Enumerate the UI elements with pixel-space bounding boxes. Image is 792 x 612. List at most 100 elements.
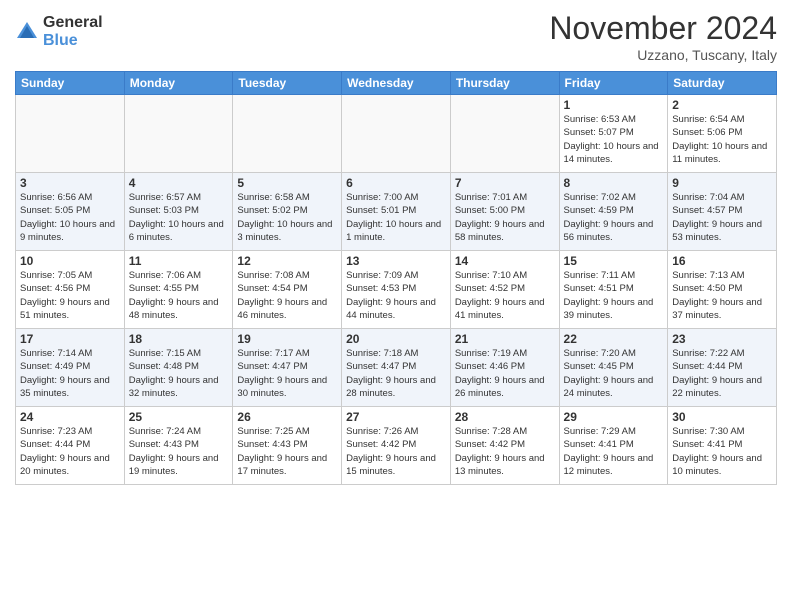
day-number: 30 <box>672 410 772 424</box>
day-number: 9 <box>672 176 772 190</box>
calendar-cell: 3Sunrise: 6:56 AM Sunset: 5:05 PM Daylig… <box>16 173 125 251</box>
calendar-cell: 17Sunrise: 7:14 AM Sunset: 4:49 PM Dayli… <box>16 329 125 407</box>
day-info: Sunrise: 6:53 AM Sunset: 5:07 PM Dayligh… <box>564 113 664 166</box>
day-info: Sunrise: 6:54 AM Sunset: 5:06 PM Dayligh… <box>672 113 772 166</box>
weekday-header-row: SundayMondayTuesdayWednesdayThursdayFrid… <box>16 72 777 95</box>
calendar-cell: 5Sunrise: 6:58 AM Sunset: 5:02 PM Daylig… <box>233 173 342 251</box>
calendar-week-row: 1Sunrise: 6:53 AM Sunset: 5:07 PM Daylig… <box>16 95 777 173</box>
calendar-cell: 24Sunrise: 7:23 AM Sunset: 4:44 PM Dayli… <box>16 407 125 485</box>
day-number: 14 <box>455 254 555 268</box>
day-info: Sunrise: 7:29 AM Sunset: 4:41 PM Dayligh… <box>564 425 664 478</box>
calendar-week-row: 24Sunrise: 7:23 AM Sunset: 4:44 PM Dayli… <box>16 407 777 485</box>
calendar-cell: 20Sunrise: 7:18 AM Sunset: 4:47 PM Dayli… <box>342 329 451 407</box>
calendar-cell: 28Sunrise: 7:28 AM Sunset: 4:42 PM Dayli… <box>450 407 559 485</box>
calendar-cell <box>16 95 125 173</box>
day-info: Sunrise: 6:58 AM Sunset: 5:02 PM Dayligh… <box>237 191 337 244</box>
day-number: 20 <box>346 332 446 346</box>
day-number: 2 <box>672 98 772 112</box>
calendar-cell: 25Sunrise: 7:24 AM Sunset: 4:43 PM Dayli… <box>124 407 233 485</box>
day-number: 29 <box>564 410 664 424</box>
day-info: Sunrise: 7:25 AM Sunset: 4:43 PM Dayligh… <box>237 425 337 478</box>
calendar-cell: 21Sunrise: 7:19 AM Sunset: 4:46 PM Dayli… <box>450 329 559 407</box>
day-number: 4 <box>129 176 229 190</box>
day-info: Sunrise: 7:18 AM Sunset: 4:47 PM Dayligh… <box>346 347 446 400</box>
calendar-cell <box>342 95 451 173</box>
day-info: Sunrise: 7:05 AM Sunset: 4:56 PM Dayligh… <box>20 269 120 322</box>
day-info: Sunrise: 7:26 AM Sunset: 4:42 PM Dayligh… <box>346 425 446 478</box>
logo: General Blue <box>15 14 103 49</box>
calendar-cell: 18Sunrise: 7:15 AM Sunset: 4:48 PM Dayli… <box>124 329 233 407</box>
day-number: 1 <box>564 98 664 112</box>
page: General Blue November 2024 Uzzano, Tusca… <box>0 0 792 612</box>
calendar-cell: 14Sunrise: 7:10 AM Sunset: 4:52 PM Dayli… <box>450 251 559 329</box>
calendar-cell: 2Sunrise: 6:54 AM Sunset: 5:06 PM Daylig… <box>668 95 777 173</box>
day-number: 15 <box>564 254 664 268</box>
day-number: 27 <box>346 410 446 424</box>
calendar-cell: 10Sunrise: 7:05 AM Sunset: 4:56 PM Dayli… <box>16 251 125 329</box>
weekday-header: Saturday <box>668 72 777 95</box>
calendar-cell: 26Sunrise: 7:25 AM Sunset: 4:43 PM Dayli… <box>233 407 342 485</box>
day-number: 23 <box>672 332 772 346</box>
title-section: November 2024 Uzzano, Tuscany, Italy <box>549 10 777 63</box>
day-number: 7 <box>455 176 555 190</box>
calendar-week-row: 17Sunrise: 7:14 AM Sunset: 4:49 PM Dayli… <box>16 329 777 407</box>
calendar-cell: 8Sunrise: 7:02 AM Sunset: 4:59 PM Daylig… <box>559 173 668 251</box>
day-number: 28 <box>455 410 555 424</box>
day-number: 10 <box>20 254 120 268</box>
day-info: Sunrise: 7:11 AM Sunset: 4:51 PM Dayligh… <box>564 269 664 322</box>
calendar-cell: 6Sunrise: 7:00 AM Sunset: 5:01 PM Daylig… <box>342 173 451 251</box>
day-number: 22 <box>564 332 664 346</box>
day-info: Sunrise: 7:00 AM Sunset: 5:01 PM Dayligh… <box>346 191 446 244</box>
day-info: Sunrise: 7:24 AM Sunset: 4:43 PM Dayligh… <box>129 425 229 478</box>
calendar-cell: 19Sunrise: 7:17 AM Sunset: 4:47 PM Dayli… <box>233 329 342 407</box>
day-info: Sunrise: 7:20 AM Sunset: 4:45 PM Dayligh… <box>564 347 664 400</box>
calendar-cell: 15Sunrise: 7:11 AM Sunset: 4:51 PM Dayli… <box>559 251 668 329</box>
day-number: 6 <box>346 176 446 190</box>
calendar-cell: 9Sunrise: 7:04 AM Sunset: 4:57 PM Daylig… <box>668 173 777 251</box>
day-number: 11 <box>129 254 229 268</box>
calendar-cell: 23Sunrise: 7:22 AM Sunset: 4:44 PM Dayli… <box>668 329 777 407</box>
day-info: Sunrise: 7:04 AM Sunset: 4:57 PM Dayligh… <box>672 191 772 244</box>
calendar-cell: 13Sunrise: 7:09 AM Sunset: 4:53 PM Dayli… <box>342 251 451 329</box>
day-info: Sunrise: 7:19 AM Sunset: 4:46 PM Dayligh… <box>455 347 555 400</box>
day-info: Sunrise: 7:06 AM Sunset: 4:55 PM Dayligh… <box>129 269 229 322</box>
calendar-cell <box>450 95 559 173</box>
logo-text: General Blue <box>43 14 103 49</box>
month-title: November 2024 <box>549 10 777 47</box>
day-number: 19 <box>237 332 337 346</box>
day-info: Sunrise: 7:01 AM Sunset: 5:00 PM Dayligh… <box>455 191 555 244</box>
day-info: Sunrise: 7:10 AM Sunset: 4:52 PM Dayligh… <box>455 269 555 322</box>
day-info: Sunrise: 7:15 AM Sunset: 4:48 PM Dayligh… <box>129 347 229 400</box>
day-number: 21 <box>455 332 555 346</box>
calendar-cell: 22Sunrise: 7:20 AM Sunset: 4:45 PM Dayli… <box>559 329 668 407</box>
header: General Blue November 2024 Uzzano, Tusca… <box>15 10 777 63</box>
day-number: 12 <box>237 254 337 268</box>
calendar-week-row: 10Sunrise: 7:05 AM Sunset: 4:56 PM Dayli… <box>16 251 777 329</box>
day-info: Sunrise: 7:09 AM Sunset: 4:53 PM Dayligh… <box>346 269 446 322</box>
calendar-cell: 30Sunrise: 7:30 AM Sunset: 4:41 PM Dayli… <box>668 407 777 485</box>
calendar-cell <box>233 95 342 173</box>
calendar-cell: 4Sunrise: 6:57 AM Sunset: 5:03 PM Daylig… <box>124 173 233 251</box>
calendar-cell: 1Sunrise: 6:53 AM Sunset: 5:07 PM Daylig… <box>559 95 668 173</box>
day-number: 8 <box>564 176 664 190</box>
calendar-cell <box>124 95 233 173</box>
weekday-header: Monday <box>124 72 233 95</box>
weekday-header: Sunday <box>16 72 125 95</box>
day-info: Sunrise: 7:17 AM Sunset: 4:47 PM Dayligh… <box>237 347 337 400</box>
day-info: Sunrise: 7:14 AM Sunset: 4:49 PM Dayligh… <box>20 347 120 400</box>
day-number: 26 <box>237 410 337 424</box>
calendar-cell: 27Sunrise: 7:26 AM Sunset: 4:42 PM Dayli… <box>342 407 451 485</box>
day-info: Sunrise: 7:02 AM Sunset: 4:59 PM Dayligh… <box>564 191 664 244</box>
calendar-cell: 11Sunrise: 7:06 AM Sunset: 4:55 PM Dayli… <box>124 251 233 329</box>
day-info: Sunrise: 7:08 AM Sunset: 4:54 PM Dayligh… <box>237 269 337 322</box>
day-info: Sunrise: 6:57 AM Sunset: 5:03 PM Dayligh… <box>129 191 229 244</box>
day-info: Sunrise: 7:23 AM Sunset: 4:44 PM Dayligh… <box>20 425 120 478</box>
calendar-week-row: 3Sunrise: 6:56 AM Sunset: 5:05 PM Daylig… <box>16 173 777 251</box>
day-number: 17 <box>20 332 120 346</box>
day-info: Sunrise: 7:28 AM Sunset: 4:42 PM Dayligh… <box>455 425 555 478</box>
day-number: 3 <box>20 176 120 190</box>
weekday-header: Tuesday <box>233 72 342 95</box>
day-info: Sunrise: 7:13 AM Sunset: 4:50 PM Dayligh… <box>672 269 772 322</box>
day-number: 24 <box>20 410 120 424</box>
location: Uzzano, Tuscany, Italy <box>549 47 777 63</box>
